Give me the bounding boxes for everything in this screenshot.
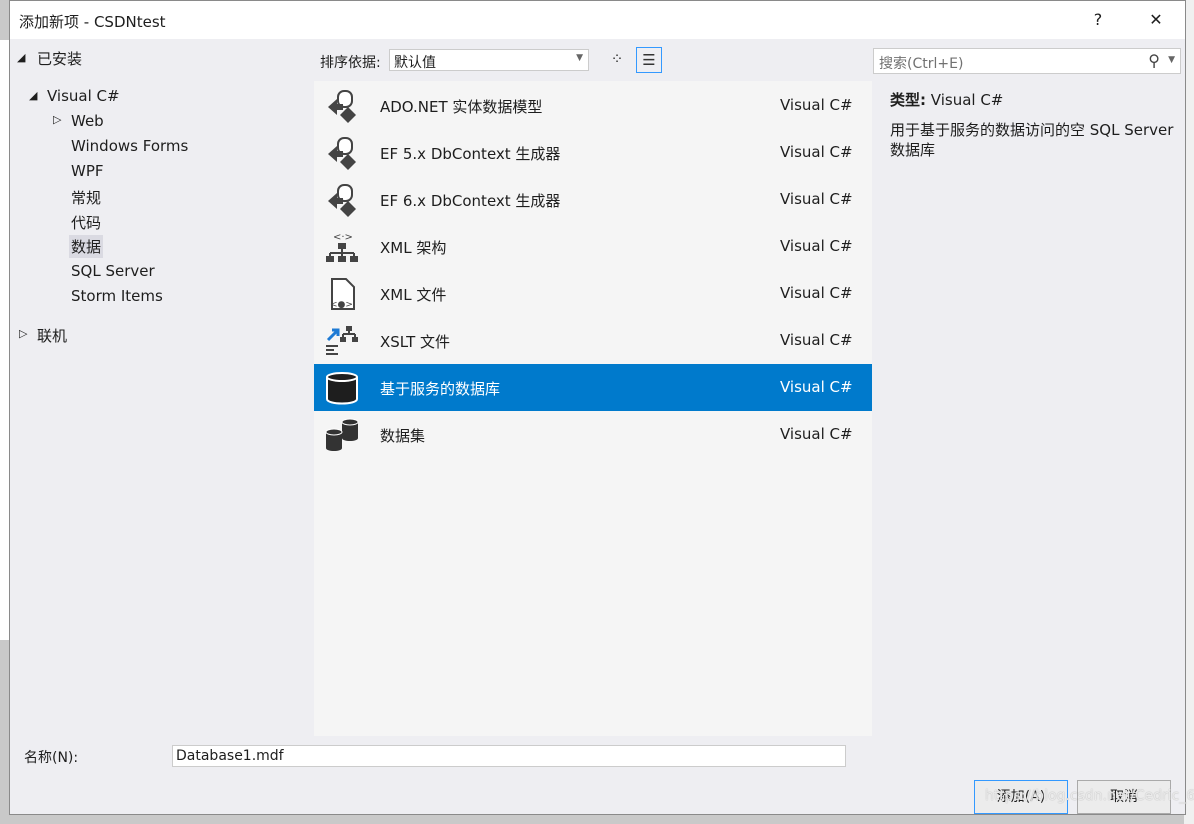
tree-item-online[interactable]: 联机 xyxy=(37,325,67,346)
small-icons-view-icon[interactable]: ⁘ xyxy=(604,47,630,73)
template-name: XML 架构 xyxy=(380,239,447,257)
database-icon xyxy=(324,371,360,405)
tree-item-installed[interactable]: 已安装 xyxy=(37,48,82,69)
close-button[interactable]: ✕ xyxy=(1136,7,1176,33)
template-row[interactable]: EF 6.x DbContext 生成器 Visual C# xyxy=(314,176,872,223)
info-panel: 类型: Visual C# 用于基于服务的数据访问的空 SQL Server 数… xyxy=(890,90,1180,160)
tree-item-windows-forms[interactable]: Windows Forms xyxy=(71,137,188,155)
template-row[interactable]: <·> XML 架构 Visual C# xyxy=(314,223,872,270)
chevron-down-icon[interactable]: ▼ xyxy=(1168,55,1175,65)
template-row[interactable]: 数据集 Visual C# xyxy=(314,411,872,458)
template-name: ADO.NET 实体数据模型 xyxy=(380,98,543,116)
entity-model-icon xyxy=(324,136,360,170)
template-list: ADO.NET 实体数据模型 Visual C# EF 5.x DbContext … xyxy=(314,81,872,736)
template-row[interactable]: 基于服务的数据库 Visual C# xyxy=(314,364,872,411)
add-new-item-dialog: 添加新项 - CSDNtest ? ✕ ◢ 已安装 ◢ Visual C# ▷ … xyxy=(9,0,1194,815)
template-name: 基于服务的数据库 xyxy=(380,380,501,398)
tree-item-web[interactable]: Web xyxy=(71,112,104,130)
template-type: Visual C# xyxy=(780,96,853,114)
tree-item-wpf[interactable]: WPF xyxy=(71,162,104,180)
expanded-arrow-icon[interactable]: ◢ xyxy=(29,89,37,102)
title-bar: 添加新项 - CSDNtest ? ✕ xyxy=(10,1,1185,39)
tree-item-data[interactable]: 数据 xyxy=(69,235,104,258)
background-editor xyxy=(0,40,9,640)
tree-item-general[interactable]: 常规 xyxy=(71,187,101,208)
template-type: Visual C# xyxy=(780,190,853,208)
tree-item-visual-csharp[interactable]: Visual C# xyxy=(47,87,120,105)
search-input[interactable]: 搜索(Ctrl+E) ⚲ ▼ xyxy=(873,48,1181,74)
template-row[interactable]: XSLT 文件 Visual C# xyxy=(314,317,872,364)
expanded-arrow-icon[interactable]: ◢ xyxy=(17,51,25,64)
search-icon[interactable]: ⚲ xyxy=(1148,51,1160,70)
template-type: Visual C# xyxy=(780,284,853,302)
type-value: Visual C# xyxy=(930,91,1004,109)
template-type: Visual C# xyxy=(780,237,853,255)
sort-label: 排序依据: xyxy=(320,55,381,71)
list-view-icon[interactable]: ☰ xyxy=(636,47,662,73)
type-label: 类型: xyxy=(890,91,926,109)
collapsed-arrow-icon[interactable]: ▷ xyxy=(19,327,27,340)
name-label: 名称(N): xyxy=(24,750,79,766)
collapsed-arrow-icon[interactable]: ▷ xyxy=(53,113,61,126)
watermark: https://blog.csdn.net/Cedric_6 xyxy=(985,788,1194,804)
name-input[interactable]: Database1.mdf xyxy=(172,745,846,767)
template-type: Visual C# xyxy=(780,425,853,443)
xml-schema-icon: <·> xyxy=(324,230,360,264)
svg-text:<●>: <●> xyxy=(330,300,353,310)
tree-item-storm-items[interactable]: Storm Items xyxy=(71,287,163,305)
sort-value: 默认值 xyxy=(394,55,436,71)
template-name: 数据集 xyxy=(380,427,426,445)
template-type: Visual C# xyxy=(780,331,853,349)
search-placeholder: 搜索(Ctrl+E) xyxy=(879,56,964,72)
entity-model-icon xyxy=(324,183,360,217)
xml-file-icon: <●> xyxy=(324,277,360,311)
help-button[interactable]: ? xyxy=(1078,7,1118,33)
tree-item-sql-server[interactable]: SQL Server xyxy=(71,262,155,280)
template-description: 用于基于服务的数据访问的空 SQL Server 数据库 xyxy=(890,121,1174,159)
sort-dropdown[interactable]: 默认值 ▼ xyxy=(389,49,589,71)
dataset-icon xyxy=(324,418,360,452)
template-name: EF 6.x DbContext 生成器 xyxy=(380,192,561,210)
template-type: Visual C# xyxy=(780,143,853,161)
chevron-down-icon: ▼ xyxy=(576,53,583,63)
template-name: XSLT 文件 xyxy=(380,333,451,351)
template-name: EF 5.x DbContext 生成器 xyxy=(380,145,561,163)
template-name: XML 文件 xyxy=(380,286,447,304)
category-tree: ◢ 已安装 ◢ Visual C# ▷ Web Windows Forms WP… xyxy=(10,39,314,733)
template-row[interactable]: EF 5.x DbContext 生成器 Visual C# xyxy=(314,129,872,176)
template-type: Visual C# xyxy=(780,378,853,396)
entity-model-icon xyxy=(324,89,360,123)
window-title: 添加新项 - CSDNtest xyxy=(19,13,166,31)
tree-item-code[interactable]: 代码 xyxy=(71,212,101,233)
xslt-file-icon xyxy=(324,324,360,358)
template-row[interactable]: ADO.NET 实体数据模型 Visual C# xyxy=(314,82,872,129)
template-row[interactable]: <●> XML 文件 Visual C# xyxy=(314,270,872,317)
svg-text:<·>: <·> xyxy=(333,232,353,243)
